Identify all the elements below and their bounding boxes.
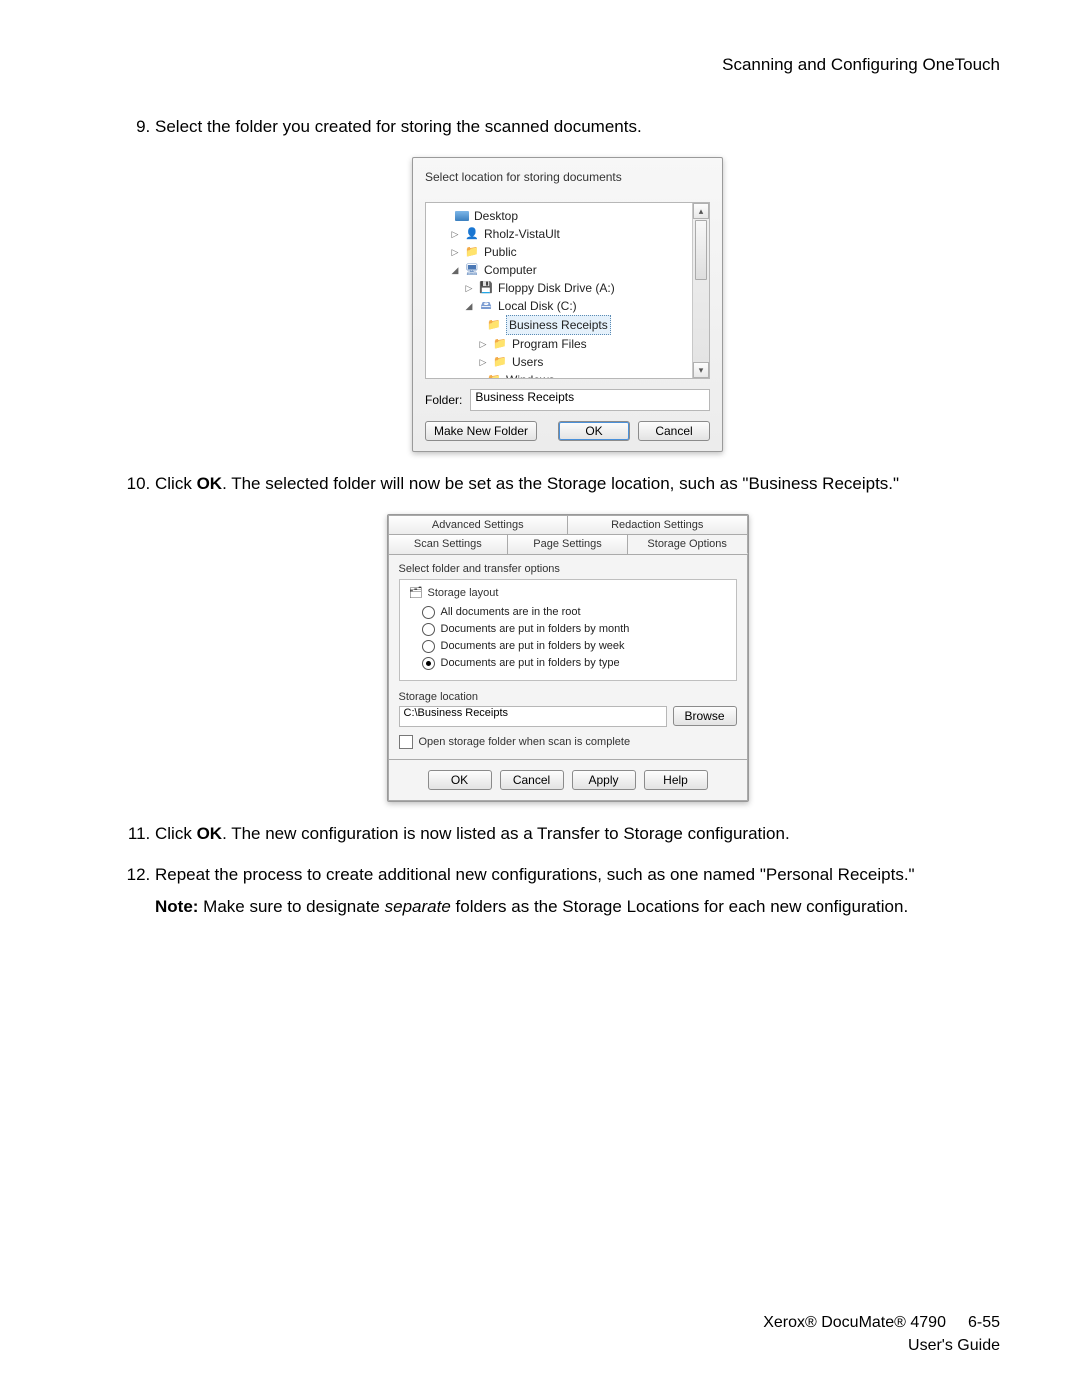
collapse-icon[interactable]: ◢ <box>464 297 474 315</box>
folder-label: Folder: <box>425 393 462 407</box>
cancel-button[interactable]: Cancel <box>638 421 710 441</box>
scrollbar[interactable]: ▴ ▾ <box>692 203 709 378</box>
tree-node-user[interactable]: ▷👤Rholz-VistaUlt <box>430 225 709 243</box>
expand-icon[interactable]: ▷ <box>450 243 460 261</box>
cancel-button[interactable]: Cancel <box>500 770 564 790</box>
tree-node-desktop[interactable]: Desktop <box>430 207 709 225</box>
browse-dialog-title: Select location for storing documents <box>425 170 710 184</box>
section-header: Scanning and Configuring OneTouch <box>135 55 1000 75</box>
collapse-icon[interactable]: ◢ <box>450 261 460 279</box>
expand-icon[interactable]: ▷ <box>464 279 474 297</box>
step-10: Click OK. The selected folder will now b… <box>155 472 1000 496</box>
tab-scan-settings[interactable]: Scan Settings <box>388 534 509 554</box>
step-12: Repeat the process to create additional … <box>155 863 1000 919</box>
step-11: Click OK. The new configuration is now l… <box>155 822 1000 846</box>
expand-icon[interactable]: ▷ <box>478 335 488 353</box>
tree-node-windows[interactable]: 📁Windows <box>430 371 709 379</box>
radio-all-root[interactable]: All documents are in the root <box>422 604 728 621</box>
storage-location-input[interactable]: C:\Business Receipts <box>399 706 667 727</box>
properties-dialog: Advanced Settings Redaction Settings Sca… <box>387 514 749 802</box>
ok-button[interactable]: OK <box>428 770 492 790</box>
browse-folder-dialog: Select location for storing documents De… <box>412 157 723 452</box>
radio-by-week[interactable]: Documents are put in folders by week <box>422 638 728 655</box>
make-new-folder-button[interactable]: Make New Folder <box>425 421 537 441</box>
tree-node-business-receipts[interactable]: 📁Business Receipts <box>430 315 709 335</box>
scroll-down-icon[interactable]: ▾ <box>693 362 709 378</box>
scroll-up-icon[interactable]: ▴ <box>693 203 709 219</box>
scroll-thumb[interactable] <box>695 220 707 280</box>
help-button[interactable]: Help <box>644 770 708 790</box>
radio-by-month[interactable]: Documents are put in folders by month <box>422 621 728 638</box>
group-title: Select folder and transfer options <box>399 563 737 575</box>
radio-by-type[interactable]: Documents are put in folders by type <box>422 655 728 672</box>
storage-layout-icon: 🗂 <box>408 586 424 600</box>
expand-icon[interactable]: ▷ <box>478 353 488 371</box>
tree-node-users[interactable]: ▷📁Users <box>430 353 709 371</box>
folder-tree[interactable]: Desktop ▷👤Rholz-VistaUlt ▷📁Public ◢🖥Comp… <box>425 202 710 379</box>
tab-page-settings[interactable]: Page Settings <box>508 534 628 554</box>
tab-redaction-settings[interactable]: Redaction Settings <box>568 515 748 535</box>
storage-location-label: Storage location <box>399 691 737 703</box>
page-footer: Xerox® DocuMate® 47906-55 User's Guide <box>763 1312 1000 1357</box>
folder-input[interactable]: Business Receipts <box>470 389 710 411</box>
apply-button[interactable]: Apply <box>572 770 636 790</box>
ok-button[interactable]: OK <box>558 421 630 441</box>
checkbox-icon[interactable] <box>399 735 413 749</box>
open-folder-checkbox[interactable]: Open storage folder when scan is complet… <box>399 735 737 749</box>
browse-button[interactable]: Browse <box>673 706 737 726</box>
step-9: Select the folder you created for storin… <box>155 115 1000 139</box>
tab-storage-options[interactable]: Storage Options <box>628 534 748 554</box>
tab-advanced-settings[interactable]: Advanced Settings <box>388 515 569 535</box>
tree-node-localdisk[interactable]: ◢🖴Local Disk (C:) <box>430 297 709 315</box>
tree-node-computer[interactable]: ◢🖥Computer <box>430 261 709 279</box>
tree-node-program-files[interactable]: ▷📁Program Files <box>430 335 709 353</box>
expand-icon[interactable]: ▷ <box>450 225 460 243</box>
tree-node-floppy[interactable]: ▷💾Floppy Disk Drive (A:) <box>430 279 709 297</box>
tree-node-public[interactable]: ▷📁Public <box>430 243 709 261</box>
